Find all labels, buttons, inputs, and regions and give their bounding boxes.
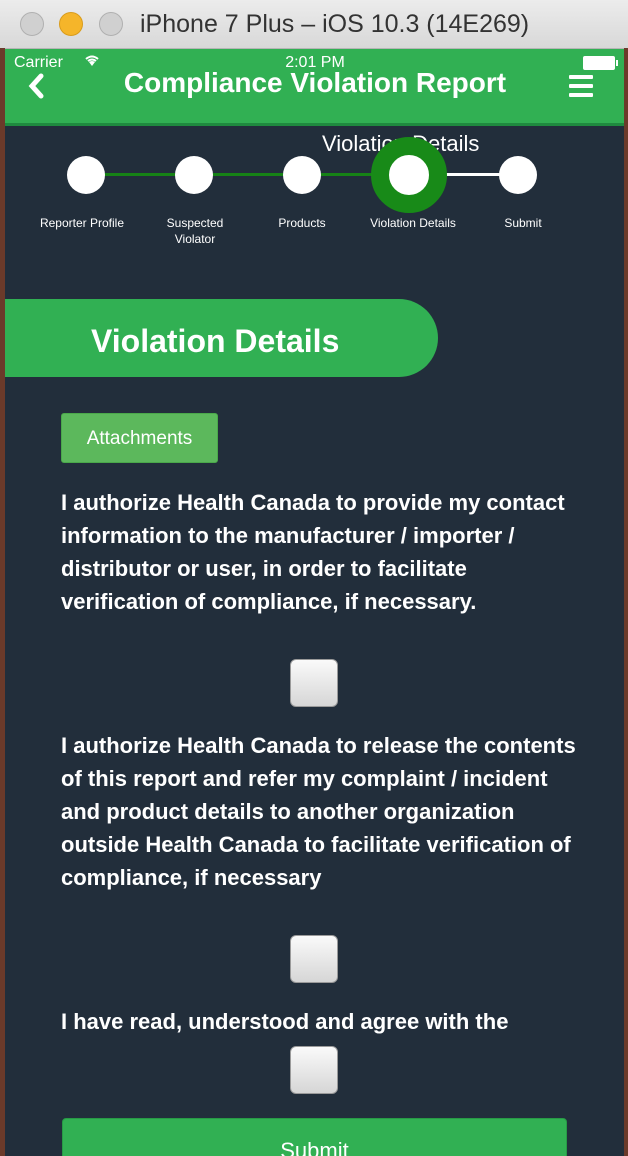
- window-title: iPhone 7 Plus – iOS 10.3 (14E269): [140, 10, 530, 38]
- step-dot-suspected-violator[interactable]: [175, 156, 213, 194]
- step-label-suspected-violator: Suspected Violator: [166, 216, 224, 246]
- consent-checkbox-agree-terms[interactable]: [290, 1046, 338, 1094]
- page-title: Compliance Violation Report: [123, 67, 507, 98]
- step-label-violation-details: Violation Details: [370, 216, 456, 230]
- consent-checkbox-contact-info[interactable]: [290, 659, 338, 707]
- step-label-products: Products: [278, 216, 326, 230]
- consent-text-agree-terms: I have read, understood and agree with t…: [61, 1009, 509, 1034]
- window-edge-right: [624, 48, 628, 1156]
- zoom-window-button[interactable]: [99, 12, 123, 36]
- progress-stepper: Violation Details Reporter Profile Suspe…: [5, 126, 625, 266]
- step-label-submit: Submit: [504, 216, 542, 230]
- attachments-button[interactable]: Attachments: [61, 413, 218, 463]
- consent-text-contact-info: I authorize Health Canada to provide my …: [61, 490, 565, 614]
- simulator-window: iPhone 7 Plus – iOS 10.3 (14E269) Carrie…: [0, 0, 628, 1156]
- section-title: Violation Details: [91, 323, 340, 359]
- consent-checkbox-release-report[interactable]: [290, 935, 338, 983]
- consent-text-release-report: I authorize Health Canada to release the…: [61, 733, 576, 890]
- window-titlebar: iPhone 7 Plus – iOS 10.3 (14E269): [0, 0, 628, 49]
- minimize-window-button[interactable]: [59, 12, 83, 36]
- section-header: Violation Details: [5, 299, 438, 377]
- step-dot-submit[interactable]: [499, 156, 537, 194]
- step-dot-violation-details[interactable]: [371, 137, 447, 213]
- step-dot-products[interactable]: [283, 156, 321, 194]
- hamburger-menu-icon[interactable]: [569, 75, 593, 102]
- app-header: Carrier 2:01 PM Compliance Violation Rep…: [5, 49, 625, 126]
- window-edge-left: [0, 48, 5, 1156]
- step-label-reporter-profile: Reporter Profile: [39, 216, 125, 230]
- submit-button[interactable]: Submit: [62, 1118, 567, 1156]
- close-window-button[interactable]: [20, 12, 44, 36]
- step-dot-reporter-profile[interactable]: [67, 156, 105, 194]
- stepper-line-complete: [86, 173, 416, 176]
